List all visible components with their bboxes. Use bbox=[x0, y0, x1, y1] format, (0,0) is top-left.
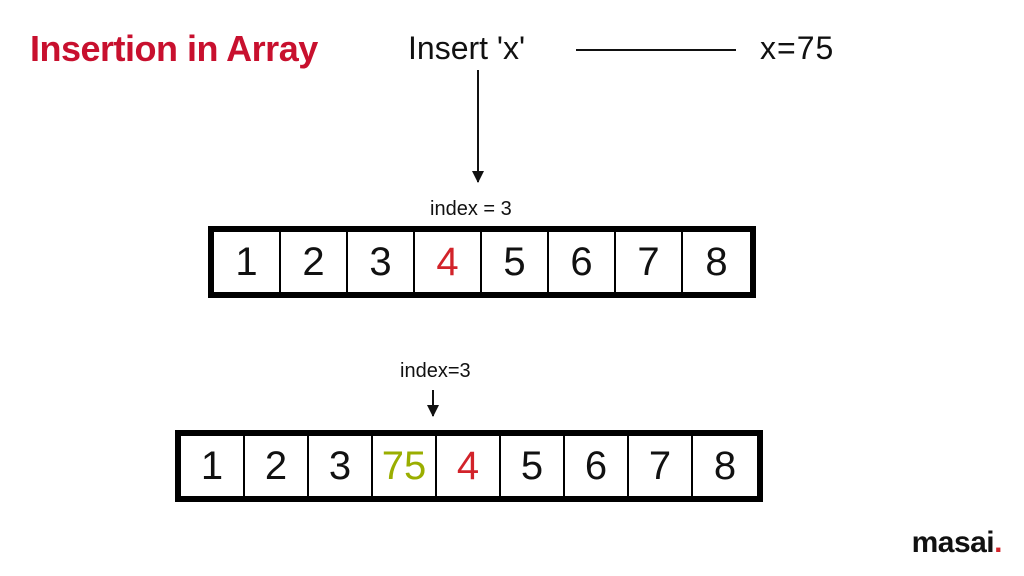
array-cell: 5 bbox=[482, 232, 549, 292]
array-after: 1 2 3 75 4 5 6 7 8 bbox=[175, 430, 763, 502]
array-cell-inserted: 75 bbox=[373, 436, 437, 496]
arrow-down-to-array2-icon bbox=[432, 390, 434, 416]
brand-logo: masai. bbox=[912, 526, 1002, 560]
array-cell-shifted-highlight: 4 bbox=[437, 436, 501, 496]
array-cell: 6 bbox=[549, 232, 616, 292]
array-cell: 1 bbox=[181, 436, 245, 496]
array-cell: 1 bbox=[214, 232, 281, 292]
index-label-before: index = 3 bbox=[430, 198, 512, 221]
array-cell: 7 bbox=[629, 436, 693, 496]
arrow-down-to-array1-icon bbox=[477, 70, 479, 182]
array-before: 1 2 3 4 5 6 7 8 bbox=[208, 226, 756, 298]
page-title: Insertion in Array bbox=[30, 28, 318, 70]
array-cell-highlight: 4 bbox=[415, 232, 482, 292]
array-cell: 3 bbox=[309, 436, 373, 496]
array-cell: 8 bbox=[683, 232, 750, 292]
array-cell: 2 bbox=[281, 232, 348, 292]
array-cell: 3 bbox=[348, 232, 415, 292]
insert-x-label: Insert 'x' bbox=[408, 30, 525, 67]
array-cell: 6 bbox=[565, 436, 629, 496]
array-cell: 7 bbox=[616, 232, 683, 292]
brand-logo-text: masai bbox=[912, 526, 995, 559]
brand-logo-dot: . bbox=[994, 526, 1002, 559]
x-value-label: x=75 bbox=[760, 30, 834, 67]
index-label-after: index=3 bbox=[400, 360, 471, 383]
array-cell: 5 bbox=[501, 436, 565, 496]
connector-line bbox=[576, 49, 736, 51]
array-cell: 2 bbox=[245, 436, 309, 496]
array-cell: 8 bbox=[693, 436, 757, 496]
